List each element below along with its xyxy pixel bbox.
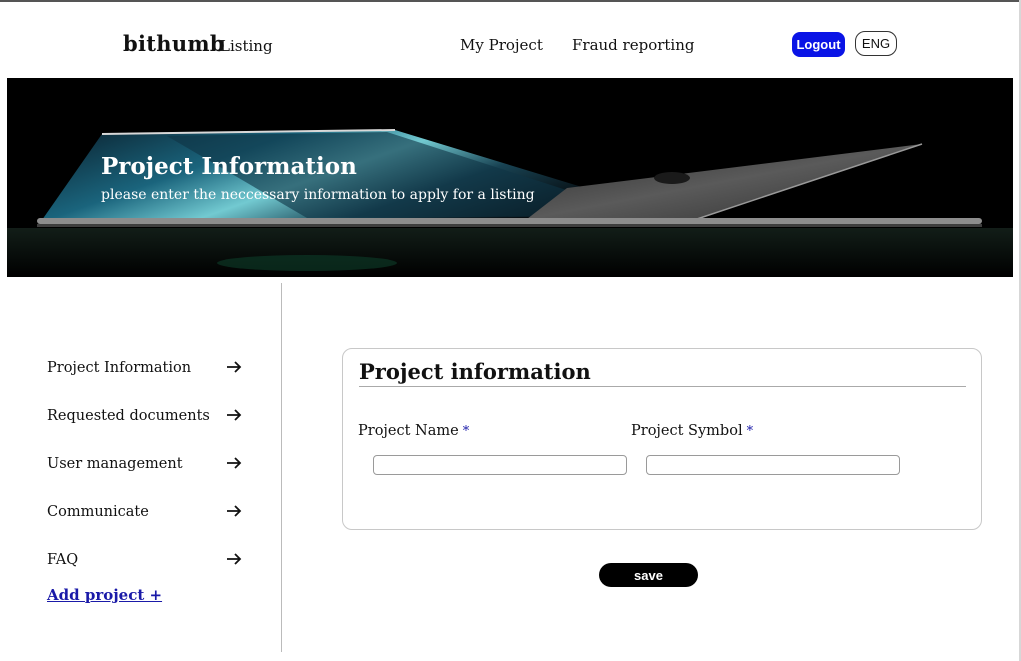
sidebar-item-user-management[interactable]: User management bbox=[47, 454, 243, 476]
arrow-right-icon bbox=[227, 409, 242, 421]
hero-title: Project Information bbox=[101, 153, 357, 180]
project-symbol-label-text: Project Symbol bbox=[631, 423, 743, 439]
arrow-right-icon bbox=[227, 505, 242, 517]
sidebar-item-label: User management bbox=[47, 456, 183, 472]
hero-banner: Project Information please enter the nec… bbox=[7, 78, 1013, 277]
project-info-card: Project information Project Name * Projec… bbox=[342, 348, 982, 530]
card-title: Project information bbox=[359, 359, 591, 384]
brand-subtitle: Listing bbox=[220, 37, 273, 55]
arrow-right-icon bbox=[227, 361, 242, 373]
arrow-right-icon bbox=[227, 553, 242, 565]
title-divider bbox=[359, 386, 966, 387]
sidebar-divider bbox=[281, 283, 282, 652]
add-project-link[interactable]: Add project + bbox=[47, 586, 162, 604]
sidebar-item-label: Project Information bbox=[47, 360, 192, 376]
required-mark: * bbox=[462, 424, 470, 439]
arrow-right-icon bbox=[227, 457, 242, 469]
language-button[interactable]: ENG bbox=[855, 31, 897, 56]
sidebar-item-project-information[interactable]: Project Information bbox=[47, 358, 243, 380]
nav-fraud-reporting[interactable]: Fraud reporting bbox=[572, 36, 695, 54]
required-mark: * bbox=[746, 424, 754, 439]
hero-subtitle: please enter the neccessary information … bbox=[101, 187, 535, 203]
nav-my-project[interactable]: My Project bbox=[460, 36, 543, 54]
sidebar-item-label: Communicate bbox=[47, 504, 149, 520]
sidebar-item-faq[interactable]: FAQ bbox=[47, 550, 243, 572]
save-button[interactable]: save bbox=[599, 563, 698, 587]
brand-logo[interactable]: bithumb bbox=[123, 31, 225, 56]
project-symbol-label: Project Symbol * bbox=[631, 423, 753, 439]
project-symbol-input[interactable] bbox=[646, 455, 900, 475]
sidebar-item-label: FAQ bbox=[47, 552, 79, 568]
project-name-label-text: Project Name bbox=[358, 423, 459, 439]
logout-button[interactable]: Logout bbox=[792, 32, 845, 57]
sidebar-item-communicate[interactable]: Communicate bbox=[47, 502, 243, 524]
project-name-label: Project Name * bbox=[358, 423, 469, 439]
project-name-input[interactable] bbox=[373, 455, 627, 475]
top-border bbox=[0, 0, 1021, 2]
sidebar-item-requested-documents[interactable]: Requested documents bbox=[47, 406, 243, 428]
sidebar-item-label: Requested documents bbox=[47, 408, 210, 424]
